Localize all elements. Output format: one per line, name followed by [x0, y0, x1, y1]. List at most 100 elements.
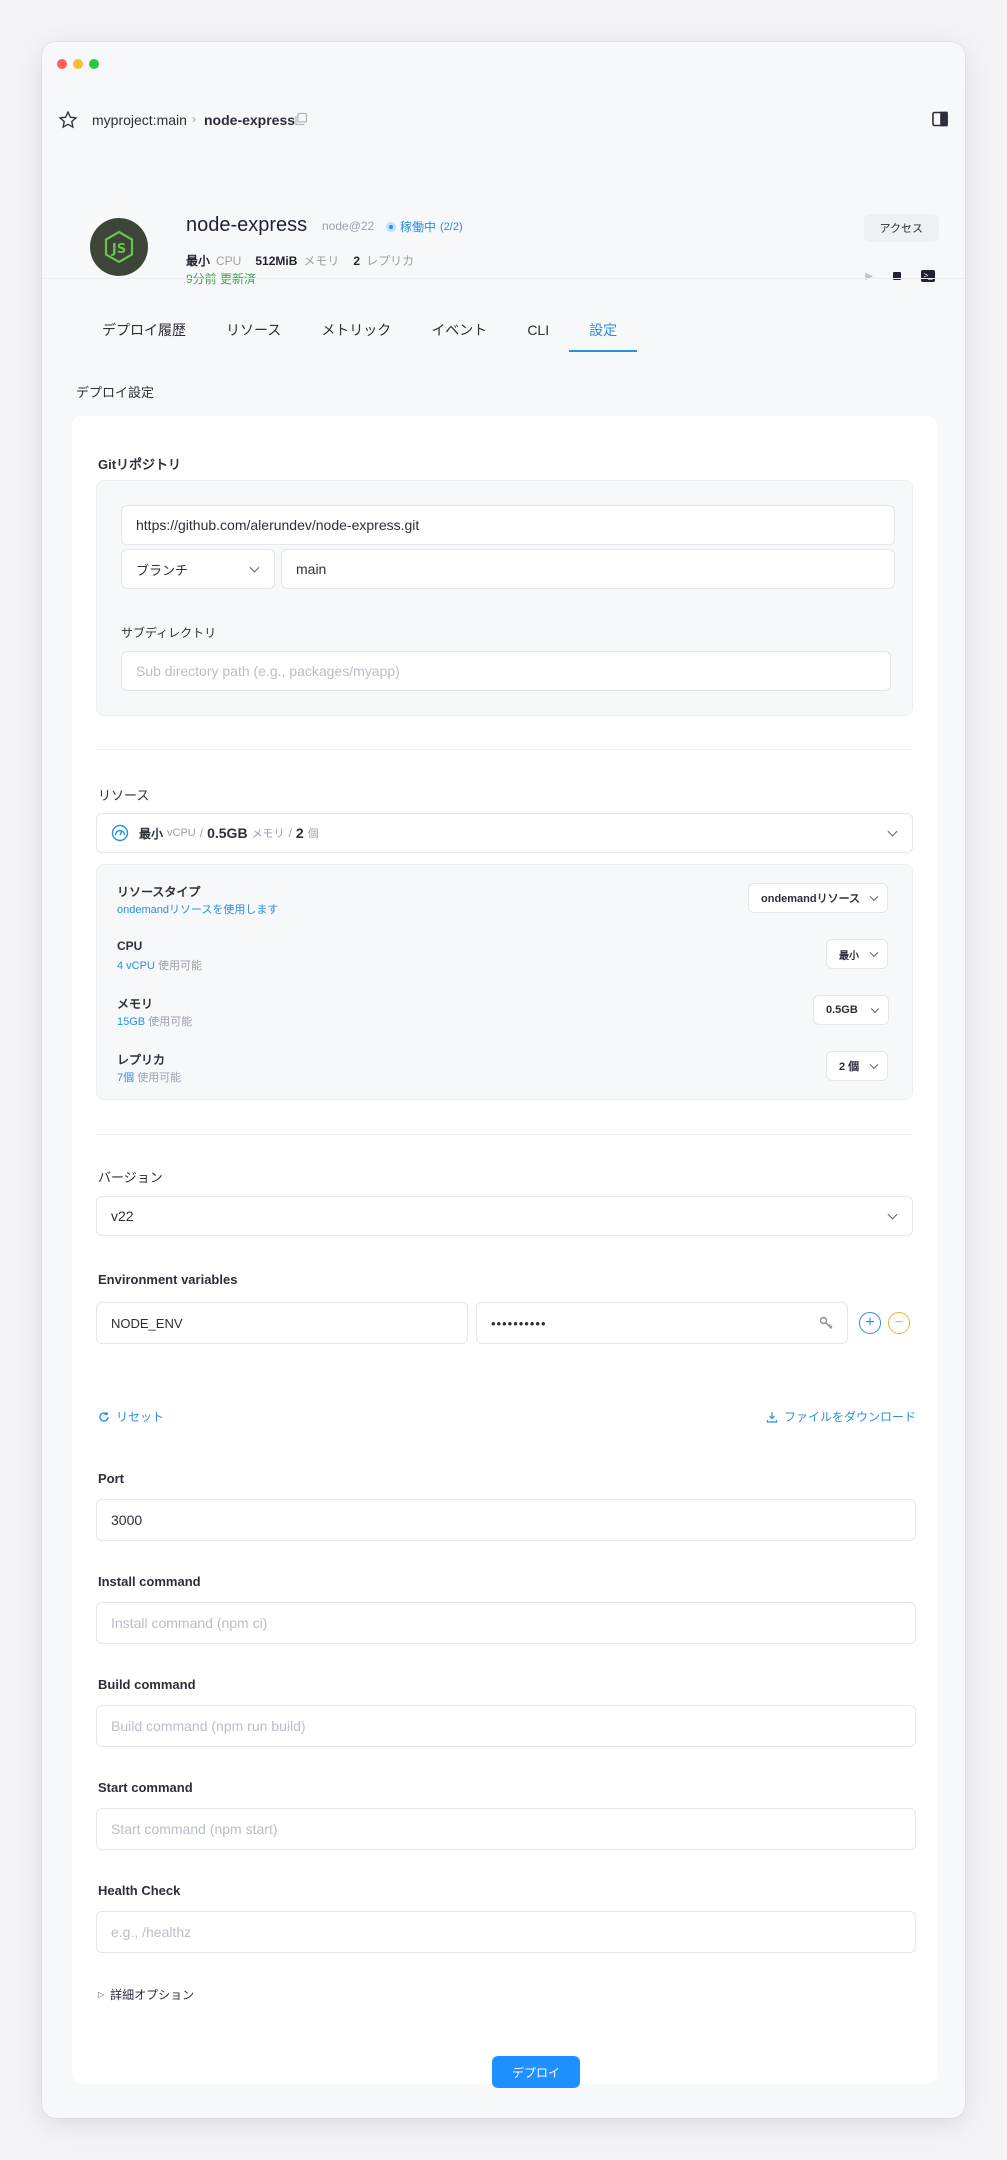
service-name: node-express: [186, 214, 308, 236]
cpu-select-value: 最小: [839, 950, 859, 962]
section-title: デプロイ設定: [76, 385, 155, 400]
subdirectory-input[interactable]: Sub directory path (e.g., packages/myapp…: [121, 651, 891, 691]
chevron-down-icon: [249, 562, 260, 573]
chevron-down-icon: [869, 1060, 879, 1070]
health-check-input[interactable]: e.g., /healthz: [96, 1911, 916, 1953]
memory-title: メモリ: [117, 997, 154, 1011]
port-label: Port: [98, 1471, 124, 1486]
tab-bar: デプロイ履歴 リソース メトリック イベント CLI 設定: [82, 320, 638, 352]
copy-icon[interactable]: [294, 112, 308, 126]
advanced-options-label: 詳細オプション: [110, 1988, 195, 2002]
tab-events[interactable]: イベント: [411, 320, 507, 352]
service-actions: ▶ >_: [865, 270, 935, 282]
tab-cli[interactable]: CLI: [507, 320, 569, 352]
summary-mem-unit: メモリ: [251, 828, 285, 840]
env-key-input[interactable]: NODE_ENV: [96, 1302, 468, 1344]
env-vars-label: Environment variables: [98, 1272, 238, 1287]
memory-label: メモリ: [303, 254, 340, 268]
status-count: (2/2): [440, 220, 463, 233]
chevron-down-icon: [887, 1209, 898, 1220]
env-value-masked: ••••••••••: [491, 1315, 547, 1331]
resource-type-select[interactable]: ondemandリソース: [748, 883, 888, 913]
cpu-label: CPU: [216, 254, 242, 268]
git-repo-panel: https://github.com/alerundev/node-expres…: [96, 480, 913, 716]
svg-text:JS: JS: [111, 242, 126, 257]
download-file-link[interactable]: ファイルをダウンロード: [766, 1408, 916, 1425]
env-value-input[interactable]: ••••••••••: [476, 1302, 848, 1344]
resource-type-title: リソースタイプ: [117, 885, 201, 899]
reset-icon: [99, 1411, 109, 1422]
install-command-label: Install command: [98, 1574, 201, 1589]
replica-value: 2: [353, 254, 361, 268]
build-command-input[interactable]: Build command (npm run build): [96, 1705, 916, 1747]
cpu-available: 4 vCPU 使用可能: [117, 960, 202, 972]
tab-deploy-history[interactable]: デプロイ履歴: [82, 320, 206, 352]
access-button[interactable]: アクセス: [863, 214, 939, 242]
star-icon[interactable]: [58, 110, 78, 130]
chevron-down-icon: [869, 948, 879, 958]
version-value: v22: [111, 1208, 134, 1224]
port-input[interactable]: 3000: [96, 1499, 916, 1541]
title-bar: [42, 42, 965, 86]
status-badge: 稼働中 (2/2): [386, 218, 463, 235]
cpu-select[interactable]: 最小: [826, 939, 888, 969]
resource-type-value: ondemandリソース: [761, 893, 861, 905]
replica-available: 7個 使用可能: [117, 1072, 182, 1084]
tab-resources[interactable]: リソース: [206, 320, 301, 352]
memory-select-value: 0.5GB: [826, 1004, 858, 1016]
memory-select[interactable]: 0.5GB: [813, 995, 889, 1025]
status-text: 稼働中: [400, 220, 437, 234]
tab-settings[interactable]: 設定: [569, 320, 638, 352]
cpu-value: 最小: [186, 254, 211, 268]
resource-details-panel: リソースタイプ ondemandリソースを使用します ondemandリソース …: [96, 864, 913, 1100]
summary-rep-unit: 個: [307, 828, 319, 840]
sidebar-toggle-icon[interactable]: [931, 110, 949, 128]
key-icon[interactable]: [819, 1316, 833, 1330]
separator: /: [199, 826, 204, 840]
add-env-icon[interactable]: +: [859, 1312, 881, 1334]
start-command-input[interactable]: Start command (npm start): [96, 1808, 916, 1850]
chevron-down-icon: [870, 1004, 880, 1014]
breadcrumb-project[interactable]: myproject:main: [92, 112, 187, 128]
health-check-label: Health Check: [98, 1883, 181, 1898]
play-icon[interactable]: ▶: [865, 271, 873, 282]
breadcrumb: myproject:main › node-express: [42, 102, 965, 138]
summary-cpu-unit: vCPU: [167, 827, 196, 839]
repo-url-input[interactable]: https://github.com/alerundev/node-expres…: [121, 505, 895, 545]
app-window: myproject:main › node-express JS node-ex…: [42, 42, 965, 2118]
runtime-version: node@22: [322, 219, 375, 233]
close-window-button[interactable]: [57, 59, 67, 69]
git-repo-label: Gitリポジトリ: [98, 457, 182, 472]
version-label: バージョン: [98, 1170, 163, 1185]
branch-input[interactable]: main: [281, 549, 895, 589]
replica-label: レプリカ: [366, 254, 415, 268]
resources-label: リソース: [98, 788, 150, 803]
status-dot-icon: [386, 221, 396, 232]
reset-link[interactable]: リセット: [98, 1408, 164, 1425]
install-command-input[interactable]: Install command (npm ci): [96, 1602, 916, 1644]
maximize-window-button[interactable]: [89, 59, 99, 69]
subdirectory-label: サブディレクトリ: [121, 626, 217, 640]
terminal-icon[interactable]: >_: [921, 270, 935, 282]
replica-title: レプリカ: [117, 1053, 166, 1067]
deploy-button[interactable]: デプロイ: [492, 2056, 580, 2088]
resource-summary-select[interactable]: 最小 vCPU / 0.5GB メモリ / 2 個: [96, 813, 913, 853]
remove-env-icon[interactable]: −: [888, 1312, 910, 1334]
tab-metrics[interactable]: メトリック: [301, 320, 411, 352]
summary-mem: 0.5GB: [207, 825, 248, 841]
minimize-window-button[interactable]: [73, 59, 83, 69]
replica-select-value: 2 個: [839, 1061, 860, 1073]
ref-type-select[interactable]: ブランチ: [121, 549, 275, 589]
download-label: ファイルをダウンロード: [784, 1410, 917, 1424]
start-command-label: Start command: [98, 1780, 193, 1795]
build-command-label: Build command: [98, 1677, 196, 1692]
advanced-options-toggle[interactable]: ▷ 詳細オプション: [98, 1986, 194, 2003]
version-select[interactable]: v22: [96, 1196, 913, 1236]
memory-value: 512MiB: [255, 254, 298, 268]
cpu-title: CPU: [117, 939, 143, 953]
summary-cpu: 最小: [139, 826, 164, 841]
replica-select[interactable]: 2 個: [826, 1051, 888, 1081]
separator: /: [288, 826, 292, 840]
breadcrumb-service[interactable]: node-express: [204, 112, 295, 128]
reset-label: リセット: [116, 1410, 165, 1424]
